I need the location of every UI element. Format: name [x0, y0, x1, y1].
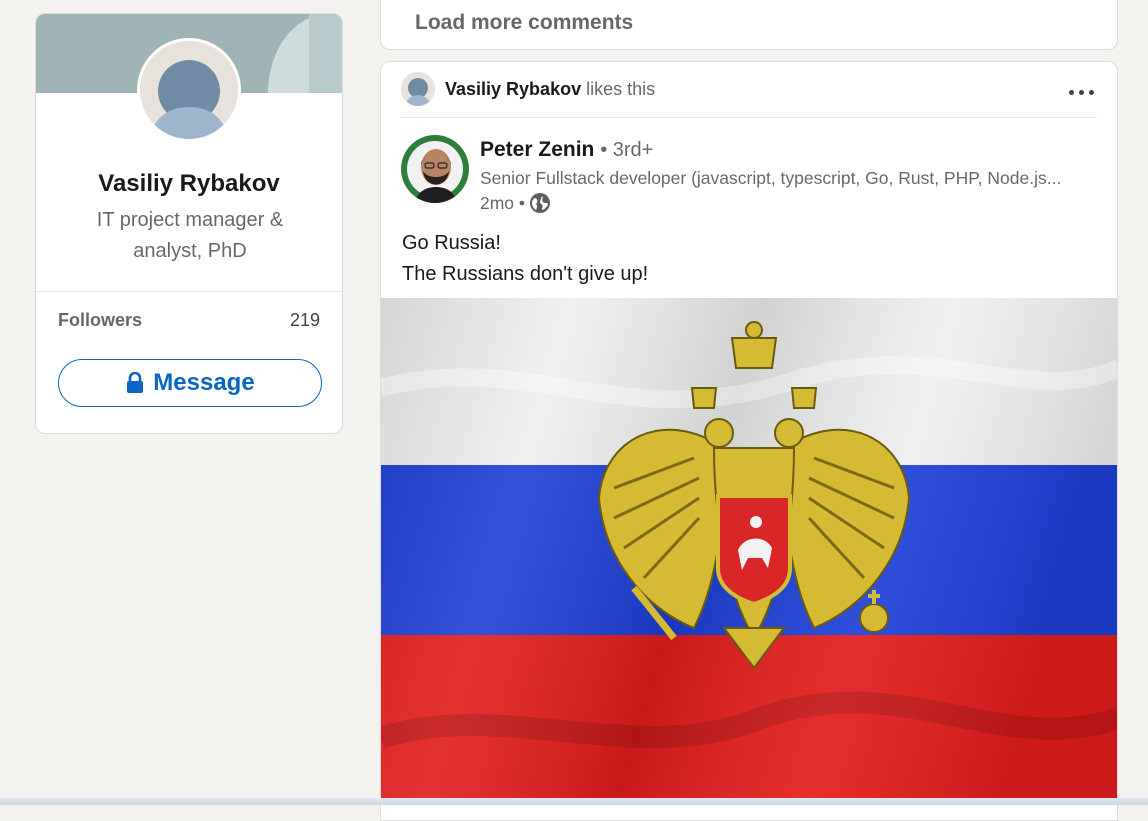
divider: [36, 291, 342, 292]
post-text: Go Russia! The Russians don't give up!: [402, 228, 648, 290]
profile-card: Vasiliy Rybakov IT project manager & ana…: [35, 13, 343, 434]
post-time: 2mo •: [480, 192, 526, 213]
social-context-action: likes this: [586, 78, 656, 99]
author-name[interactable]: Peter Zenin: [480, 138, 594, 161]
author-photo: [401, 135, 469, 203]
message-button-label: Message: [153, 369, 255, 396]
social-context: Vasiliy Rybakov likes this: [401, 72, 655, 106]
post-text-line: Go Russia!: [402, 232, 501, 254]
more-options-button[interactable]: [1063, 80, 1099, 104]
globe-icon: [530, 193, 551, 213]
default-person-icon: [140, 41, 238, 139]
social-context-actor[interactable]: Vasiliy Rybakov: [445, 79, 581, 99]
author-avatar[interactable]: [401, 135, 469, 203]
message-button[interactable]: Message: [58, 359, 322, 407]
actor-avatar[interactable]: [401, 72, 435, 106]
author-headline: Senior Fullstack developer (javascript, …: [480, 168, 1062, 188]
default-person-icon: [401, 72, 435, 106]
post-image[interactable]: [381, 298, 1118, 800]
followers-label: Followers: [58, 310, 143, 330]
profile-avatar[interactable]: [137, 38, 241, 142]
load-more-comments-button[interactable]: Load more comments: [415, 11, 633, 35]
feed-post: Vasiliy Rybakov likes this Peter Zenin •…: [380, 61, 1118, 821]
profile-name[interactable]: Vasiliy Rybakov: [36, 170, 342, 198]
profile-headline: IT project manager & analyst, PhD: [96, 209, 284, 262]
connection-degree: • 3rd+: [600, 139, 654, 161]
taskbar-edge: [0, 798, 1148, 805]
lock-icon: [127, 372, 144, 393]
followers-count: 219: [289, 310, 320, 330]
author-name-line: Peter Zenin • 3rd+: [480, 138, 653, 162]
post-timestamp: 2mo •: [480, 192, 551, 214]
previous-post-footer: Load more comments: [380, 0, 1118, 50]
post-text-line: The Russians don't give up!: [402, 263, 649, 285]
followers-row: Followers 219: [58, 310, 320, 331]
divider: [401, 117, 1097, 118]
more-dots-icon: [1068, 89, 1074, 95]
